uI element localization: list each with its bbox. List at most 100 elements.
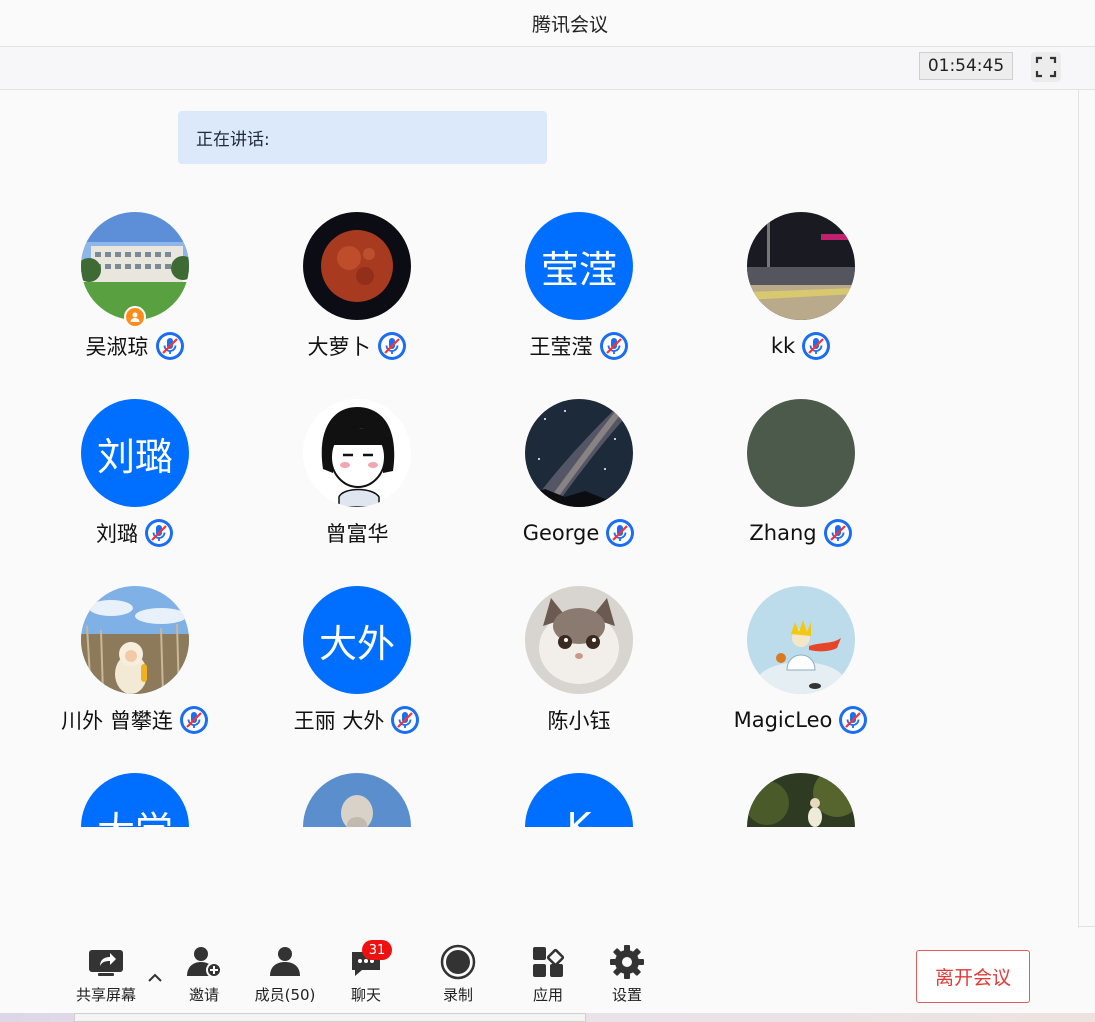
record-button[interactable]: 录制 — [418, 942, 498, 1005]
invite-button[interactable]: 邀请 — [164, 942, 244, 1005]
participant-tile[interactable]: MagicLeo — [666, 554, 888, 741]
participant-avatar — [303, 399, 411, 507]
apps-button[interactable]: 应用 — [508, 942, 588, 1005]
fullscreen-icon — [1035, 56, 1057, 78]
chat-button[interactable]: 31 聊天 — [326, 940, 406, 1005]
mic-muted-icon[interactable] — [599, 331, 629, 361]
mic-muted-icon[interactable] — [390, 705, 420, 735]
participant-name: 刘璐 — [96, 522, 138, 546]
gear-icon — [610, 945, 644, 979]
dark-green-solid-icon — [747, 399, 855, 507]
title-bar: 腾讯会议 — [0, 0, 1095, 47]
participant-avatar — [747, 212, 855, 320]
participant-avatar — [303, 212, 411, 320]
statue-photo-icon — [303, 773, 411, 827]
child-reeds-photo-icon — [81, 586, 189, 694]
mic-muted-icon[interactable] — [605, 518, 635, 548]
participant-name: 川外 曾攀连 — [61, 709, 173, 733]
invite-label: 邀请 — [188, 986, 219, 1004]
participant-name: Zhang — [749, 521, 817, 545]
mic-muted-icon[interactable] — [144, 518, 174, 548]
mic-muted-icon[interactable] — [801, 331, 831, 361]
window-title: 腾讯会议 — [531, 13, 608, 36]
participant-tile[interactable]: kk — [666, 180, 888, 367]
taskbar-window-preview[interactable] — [74, 1013, 586, 1022]
speaking-label: 正在讲话: — [196, 130, 270, 150]
participant-tile[interactable]: 大萝卜 — [222, 180, 444, 367]
participant-avatar — [747, 399, 855, 507]
building-photo-icon — [81, 212, 189, 320]
participant-avatar: 刘璐 — [81, 399, 189, 507]
participant-avatar — [81, 586, 189, 694]
apps-grid-icon — [533, 947, 565, 977]
participant-tile[interactable]: 吴淑琼 — [0, 180, 222, 367]
participant-avatar — [747, 773, 855, 827]
chat-label: 聊天 — [350, 986, 381, 1004]
participant-avatar — [525, 586, 633, 694]
chevron-up-icon — [148, 973, 162, 982]
members-button[interactable]: 成员(50) — [245, 942, 325, 1005]
milky-way-photo-icon — [525, 399, 633, 507]
participant-name: 王莹滢 — [529, 335, 593, 359]
user-icon — [270, 947, 300, 976]
mic-muted-icon[interactable] — [838, 705, 868, 735]
cat-photo-icon — [525, 586, 633, 694]
participant-name: 吴淑琼 — [85, 335, 149, 359]
scrollbar-track[interactable] — [1078, 90, 1079, 928]
participant-tile[interactable]: 刘璐 刘璐 — [0, 367, 222, 554]
meeting-timer: 01:54:45 — [919, 52, 1013, 80]
participant-avatar — [747, 586, 855, 694]
participant-avatar — [303, 773, 411, 827]
little-prince-drawing-icon — [747, 586, 855, 694]
mic-muted-icon[interactable] — [155, 331, 185, 361]
participant-tile[interactable] — [222, 741, 444, 827]
participant-tile[interactable]: Zhang — [666, 367, 888, 554]
add-user-icon — [187, 947, 222, 978]
forest-photo-icon — [747, 773, 855, 827]
share-options-chevron[interactable] — [145, 968, 165, 988]
fullscreen-button[interactable] — [1031, 52, 1061, 82]
apps-label: 应用 — [532, 986, 563, 1004]
participant-avatar — [81, 212, 189, 320]
participant-name: George — [522, 521, 600, 545]
participant-avatar: 大学 — [81, 773, 189, 827]
share-screen-button[interactable]: 共享屏幕 — [66, 942, 146, 1005]
participant-tile[interactable]: K — [444, 741, 666, 827]
members-label: 成员(50) — [254, 986, 316, 1004]
participant-tile[interactable]: 莹滢 王莹滢 — [444, 180, 666, 367]
participant-tile[interactable]: 川外 曾攀连 — [0, 554, 222, 741]
participant-tile[interactable] — [666, 741, 888, 827]
speaking-indicator: 正在讲话: — [178, 111, 547, 164]
participant-tile[interactable]: 陈小钰 — [444, 554, 666, 741]
settings-button[interactable]: 设置 — [587, 942, 667, 1005]
participant-avatar — [525, 399, 633, 507]
participant-avatar: 莹滢 — [525, 212, 633, 320]
red-moon-photo-icon — [303, 212, 411, 320]
share-screen-label: 共享屏幕 — [75, 986, 136, 1004]
participant-name: kk — [770, 334, 796, 358]
leave-meeting-button[interactable]: 离开会议 — [916, 950, 1030, 1003]
participant-name: 曾富华 — [325, 522, 389, 546]
participant-avatar: 大外 — [303, 586, 411, 694]
record-label: 录制 — [442, 986, 473, 1004]
mic-muted-icon[interactable] — [377, 331, 407, 361]
cartoon-girl-drawing-icon — [303, 399, 411, 507]
share-screen-icon — [89, 950, 123, 976]
host-badge-icon — [124, 306, 146, 328]
participant-tile[interactable]: 大外 王丽 大外 — [222, 554, 444, 741]
participant-tile[interactable]: 曾富华 — [222, 367, 444, 554]
mic-muted-icon[interactable] — [179, 705, 209, 735]
participant-name: 陈小钰 — [547, 709, 611, 733]
participant-name: 王丽 大外 — [293, 709, 385, 733]
record-icon — [440, 944, 476, 980]
participant-grid: 吴淑琼 大萝卜 莹滢 王莹滢 kk 刘璐 刘璐 曾富华 George Zhang… — [0, 180, 1078, 827]
scrollbar-divider — [1079, 926, 1095, 927]
participant-tile[interactable]: 大学 — [0, 741, 222, 827]
participant-name: MagicLeo — [733, 708, 833, 732]
participant-tile[interactable]: George — [444, 367, 666, 554]
participant-name: 大萝卜 — [307, 335, 371, 359]
mic-muted-icon[interactable] — [823, 518, 853, 548]
top-toolbar: 01:54:45 — [0, 47, 1095, 90]
night-station-photo-icon — [747, 212, 855, 320]
settings-label: 设置 — [611, 986, 642, 1004]
